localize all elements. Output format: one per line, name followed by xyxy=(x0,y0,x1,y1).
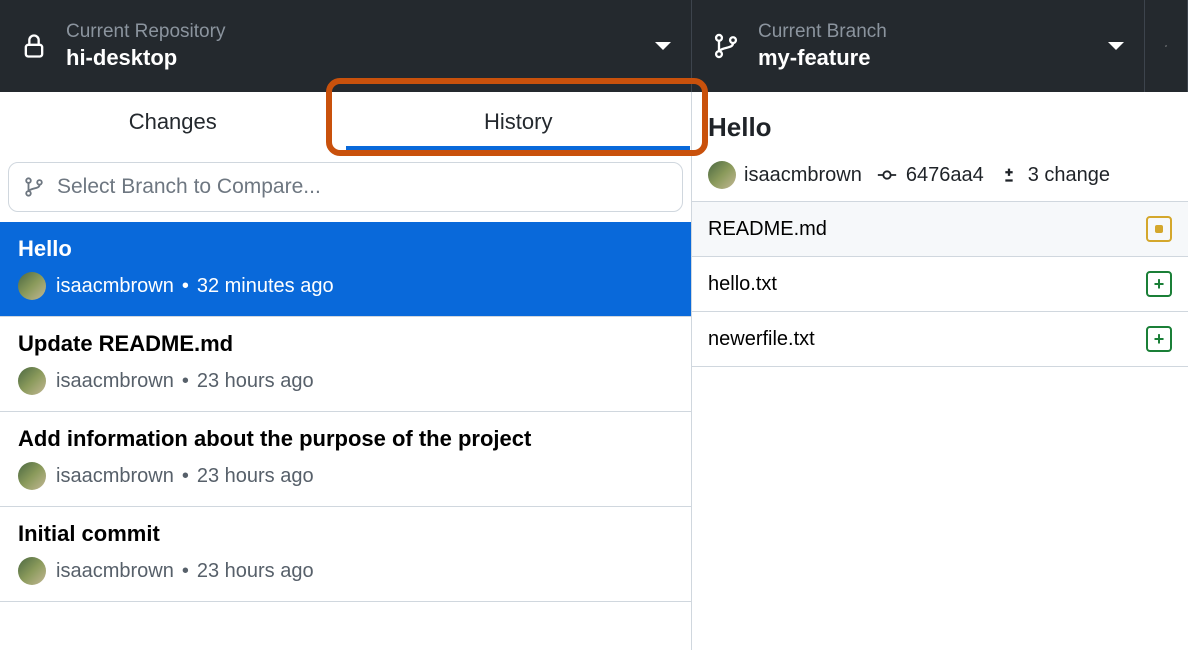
commit-title: Initial commit xyxy=(18,521,673,547)
commit-title: Hello xyxy=(18,236,673,262)
commit-meta: isaacmbrown • 32 minutes ago xyxy=(18,272,673,300)
commit-author: isaacmbrown xyxy=(56,560,174,583)
file-name: README.md xyxy=(708,218,827,241)
separator: • xyxy=(182,275,189,298)
file-row[interactable]: newerfile.txt + xyxy=(692,311,1188,367)
refresh-icon xyxy=(1165,32,1167,60)
avatar xyxy=(18,272,46,300)
status-added-icon: + xyxy=(1146,326,1172,352)
right-panel: Hello isaacmbrown 6476aa4 3 change READM… xyxy=(692,92,1188,650)
avatar xyxy=(708,161,736,189)
detail-author: isaacmbrown xyxy=(744,164,862,187)
status-added-icon: + xyxy=(1146,271,1172,297)
file-name: newerfile.txt xyxy=(708,328,815,351)
file-row[interactable]: hello.txt + xyxy=(692,256,1188,311)
status-modified-icon xyxy=(1146,216,1172,242)
compare-placeholder: Select Branch to Compare... xyxy=(57,175,321,199)
file-list: README.md hello.txt + newerfile.txt + xyxy=(692,201,1188,367)
commit-title: Update README.md xyxy=(18,331,673,357)
separator: • xyxy=(182,370,189,393)
detail-sha: 6476aa4 xyxy=(906,164,984,187)
git-branch-icon xyxy=(23,176,45,198)
git-branch-icon xyxy=(712,32,740,60)
tab-active-indicator xyxy=(346,146,690,152)
commit-detail-header: Hello isaacmbrown 6476aa4 3 change xyxy=(692,92,1188,201)
branch-label: Current Branch xyxy=(758,21,1098,43)
compare-wrap: Select Branch to Compare... xyxy=(0,152,691,222)
tab-changes[interactable]: Changes xyxy=(0,92,346,152)
branch-text: Current Branch my-feature xyxy=(758,21,1098,71)
commit-item[interactable]: Update README.md isaacmbrown • 23 hours … xyxy=(0,317,691,412)
commit-time: 23 hours ago xyxy=(197,560,314,583)
repo-text: Current Repository hi-desktop xyxy=(66,21,645,71)
changes-group: 3 change xyxy=(998,164,1110,187)
repo-selector[interactable]: Current Repository hi-desktop xyxy=(0,0,692,92)
caret-down-icon xyxy=(1108,42,1124,50)
commit-author: isaacmbrown xyxy=(56,465,174,488)
commit-time: 23 hours ago xyxy=(197,465,314,488)
detail-changes: 3 change xyxy=(1028,164,1110,187)
commit-item[interactable]: Add information about the purpose of the… xyxy=(0,412,691,507)
commit-author: isaacmbrown xyxy=(56,370,174,393)
diff-icon xyxy=(998,164,1020,186)
left-panel: Changes History Select Branch to Compare… xyxy=(0,92,692,650)
commit-item[interactable]: Hello isaacmbrown • 32 minutes ago xyxy=(0,222,691,317)
commit-time: 32 minutes ago xyxy=(197,275,334,298)
commit-detail-title: Hello xyxy=(708,112,1172,143)
avatar xyxy=(18,462,46,490)
caret-down-icon xyxy=(655,42,671,50)
repo-value: hi-desktop xyxy=(66,45,645,71)
commit-title: Add information about the purpose of the… xyxy=(18,426,673,452)
tab-history[interactable]: History xyxy=(346,92,692,152)
commit-meta: isaacmbrown • 23 hours ago xyxy=(18,367,673,395)
app-header: Current Repository hi-desktop Current Br… xyxy=(0,0,1188,92)
sha-group: 6476aa4 xyxy=(876,164,984,187)
avatar xyxy=(18,367,46,395)
repo-label: Current Repository xyxy=(66,21,645,43)
branch-compare-selector[interactable]: Select Branch to Compare... xyxy=(8,162,683,212)
lock-icon xyxy=(20,32,48,60)
commit-meta: isaacmbrown • 23 hours ago xyxy=(18,462,673,490)
commit-item[interactable]: Initial commit isaacmbrown • 23 hours ag… xyxy=(0,507,691,602)
refresh-button[interactable] xyxy=(1145,0,1188,92)
commit-list: Hello isaacmbrown • 32 minutes ago Updat… xyxy=(0,222,691,602)
separator: • xyxy=(182,465,189,488)
commit-icon xyxy=(876,164,898,186)
file-row[interactable]: README.md xyxy=(692,201,1188,256)
avatar xyxy=(18,557,46,585)
commit-author: isaacmbrown xyxy=(56,275,174,298)
commit-meta: isaacmbrown • 23 hours ago xyxy=(18,557,673,585)
separator: • xyxy=(182,560,189,583)
file-name: hello.txt xyxy=(708,273,777,296)
author-group: isaacmbrown xyxy=(708,161,862,189)
commit-detail-meta: isaacmbrown 6476aa4 3 change xyxy=(708,161,1172,189)
tabs: Changes History xyxy=(0,92,691,152)
branch-value: my-feature xyxy=(758,45,1098,71)
main-content: Changes History Select Branch to Compare… xyxy=(0,92,1188,650)
branch-selector[interactable]: Current Branch my-feature xyxy=(692,0,1145,92)
commit-time: 23 hours ago xyxy=(197,370,314,393)
